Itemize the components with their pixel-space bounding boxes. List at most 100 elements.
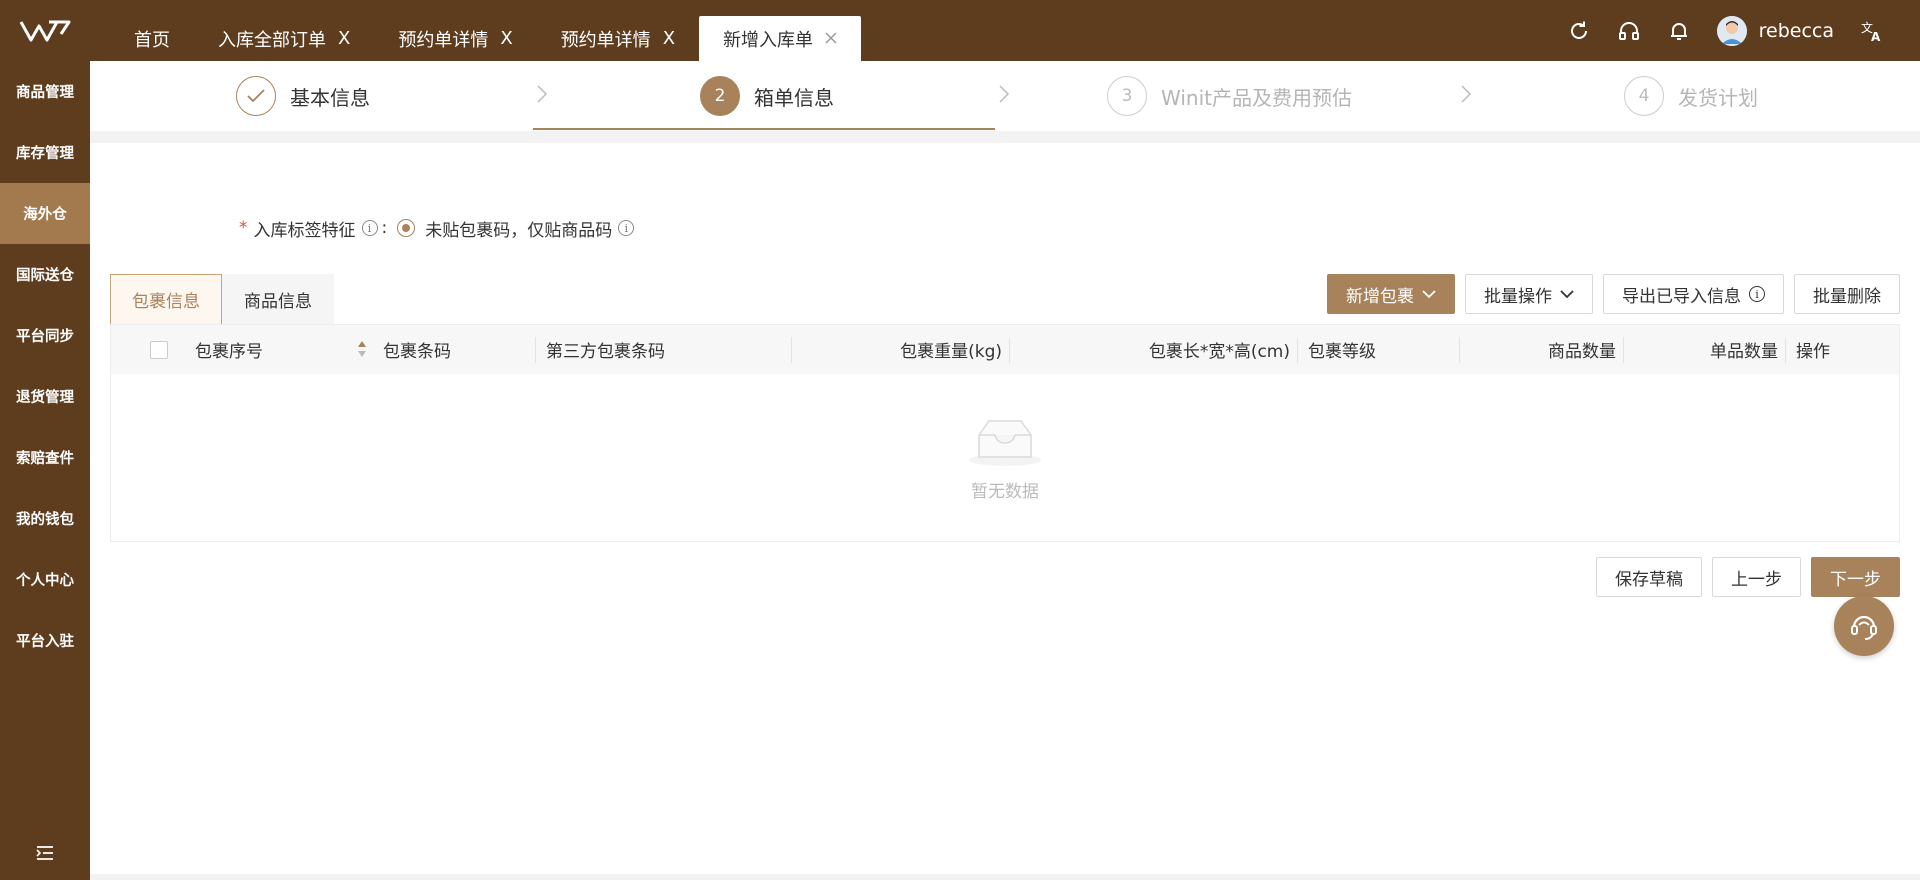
batch-delete-button[interactable]: 批量删除 [1794,274,1900,314]
step-number: 3 [1107,76,1147,116]
add-package-button[interactable]: 新增包裹 [1327,274,1455,314]
next-step-button[interactable]: 下一步 [1811,557,1900,597]
column-item-quantity: 单品数量 [1624,325,1786,374]
sidebar-item-platform-onboarding[interactable]: 平台入驻 [0,610,90,671]
column-package-dimensions: 包裹长*宽*高(cm) [1010,325,1298,374]
collapse-menu-icon[interactable] [0,838,90,868]
button-label: 上一步 [1731,569,1782,590]
headset-icon[interactable] [1617,19,1641,43]
logo[interactable] [0,0,90,61]
empty-inbox-icon [969,419,1041,466]
sidebar-item-my-wallet[interactable]: 我的钱包 [0,488,90,549]
sidebar-item-overseas-warehouse[interactable]: 海外仓 [0,183,90,244]
sidebar-item-label: 索赔查件 [16,451,74,467]
column-label: 包裹条码 [383,342,451,362]
close-icon[interactable]: X [663,28,675,49]
radio-label[interactable]: 未贴包裹码，仅贴商品码 [425,216,612,241]
customer-service-button[interactable] [1834,596,1894,656]
info-icon[interactable]: i [361,220,378,236]
tab-new-inbound-order[interactable]: 新增入库单 [699,16,862,61]
close-icon[interactable]: X [338,28,350,49]
username: rebecca [1758,19,1834,42]
sort-icon[interactable] [357,339,367,359]
refresh-icon[interactable] [1567,19,1591,43]
sidebar-item-label: 海外仓 [23,207,67,223]
column-third-party-barcode: 第三方包裹条码 [536,325,792,374]
sidebar-item-label: 平台入驻 [16,634,74,650]
chevron-down-icon [1422,290,1436,299]
step-label: 发货计划 [1678,85,1758,110]
chevron-right-icon [537,85,548,103]
required-mark: * [239,218,248,238]
step-shipping-plan[interactable]: 4 发货计划 [1624,76,1758,116]
user-menu[interactable]: rebecca [1716,15,1834,46]
field-colon: : [381,218,388,238]
field-label: 入库标签特征 [253,220,356,241]
close-icon[interactable]: X [500,28,512,49]
content-tabs: 包裹信息 商品信息 [110,274,334,324]
tab-booking-detail-1[interactable]: 预约单详情 X [374,16,536,61]
sidebar-item-personal-center[interactable]: 个人中心 [0,549,90,610]
sidebar-item-platform-sync[interactable]: 平台同步 [0,305,90,366]
column-label: 包裹重量(kg) [900,342,1002,362]
header-tools: rebecca 文A [1567,0,1884,61]
translate-icon[interactable]: 文A [1860,19,1884,43]
bell-icon[interactable] [1667,19,1691,43]
previous-step-button[interactable]: 上一步 [1712,557,1801,597]
radio-dot [402,224,411,232]
tab-label: 首页 [134,29,170,51]
column-label: 包裹长*宽*高(cm) [1148,342,1290,362]
column-actions: 操作 [1786,325,1886,374]
save-draft-button[interactable]: 保存草稿 [1596,557,1702,597]
tab-package-info[interactable]: 包裹信息 [110,274,222,324]
info-icon: i [1749,286,1765,302]
page-tabs: 首页 入库全部订单 X 预约单详情 X 预约单详情 X 新增入库单 [110,0,862,61]
select-all-checkbox[interactable] [150,340,168,359]
step-label: 基本信息 [290,85,370,110]
sidebar-item-inventory-management[interactable]: 库存管理 [0,122,90,183]
sidebar-item-product-management[interactable]: 商品管理 [0,61,90,122]
tab-label: 新增入库单 [723,29,814,51]
sidebar-item-label: 退货管理 [16,390,74,406]
svg-text:A: A [1871,30,1881,43]
radio-button[interactable] [397,219,416,237]
sidebar-item-label: 个人中心 [16,573,74,589]
sidebar-item-claims-tracking[interactable]: 索赔查件 [0,427,90,488]
sidebar-item-label: 平台同步 [16,329,74,345]
sidebar-item-international-delivery[interactable]: 国际送仓 [0,244,90,305]
column-package-weight: 包裹重量(kg) [792,325,1010,374]
column-product-quantity: 商品数量 [1460,325,1624,374]
tab-home[interactable]: 首页 [110,16,194,61]
avatar [1716,15,1747,46]
sidebar: 商品管理 库存管理 海外仓 国际送仓 平台同步 退货管理 索赔查件 我的钱包 个… [0,61,90,880]
check-icon [236,76,276,116]
button-label: 下一步 [1830,569,1881,590]
button-label: 导出已导入信息 [1622,286,1741,307]
footer-actions: 保存草稿 上一步 下一步 [1596,557,1900,597]
column-label: 第三方包裹条码 [546,342,665,362]
sidebar-item-returns-management[interactable]: 退货管理 [0,366,90,427]
bottom-divider [90,874,1920,880]
column-package-barcode: 包裹条码 [373,325,536,374]
column-label: 商品数量 [1548,342,1616,362]
sidebar-item-label: 我的钱包 [16,512,74,528]
export-imported-button[interactable]: 导出已导入信息 i [1603,274,1784,314]
column-label: 包裹序号 [195,342,263,362]
tab-label: 预约单详情 [560,29,651,51]
batch-operations-button[interactable]: 批量操作 [1465,274,1593,314]
tab-label: 预约单详情 [398,29,489,51]
tab-label: 入库全部订单 [218,29,326,51]
step-winit-product-estimate[interactable]: 3 Winit产品及费用预估 [1107,76,1352,116]
info-icon[interactable]: i [618,220,635,236]
tab-inbound-all-orders[interactable]: 入库全部订单 X [194,16,374,61]
close-icon[interactable] [825,28,837,49]
sidebar-item-label: 国际送仓 [16,268,74,284]
tab-booking-detail-2[interactable]: 预约单详情 X [537,16,699,61]
step-basic-info[interactable]: 基本信息 [236,76,370,116]
column-package-seq[interactable]: 包裹序号 [195,325,373,374]
divider [90,131,1920,143]
tab-product-info[interactable]: 商品信息 [222,274,334,324]
empty-state: 暂无数据 [111,374,1899,542]
step-packing-list[interactable]: 2 箱单信息 [700,76,834,116]
column-label: 包裹等级 [1308,342,1376,362]
